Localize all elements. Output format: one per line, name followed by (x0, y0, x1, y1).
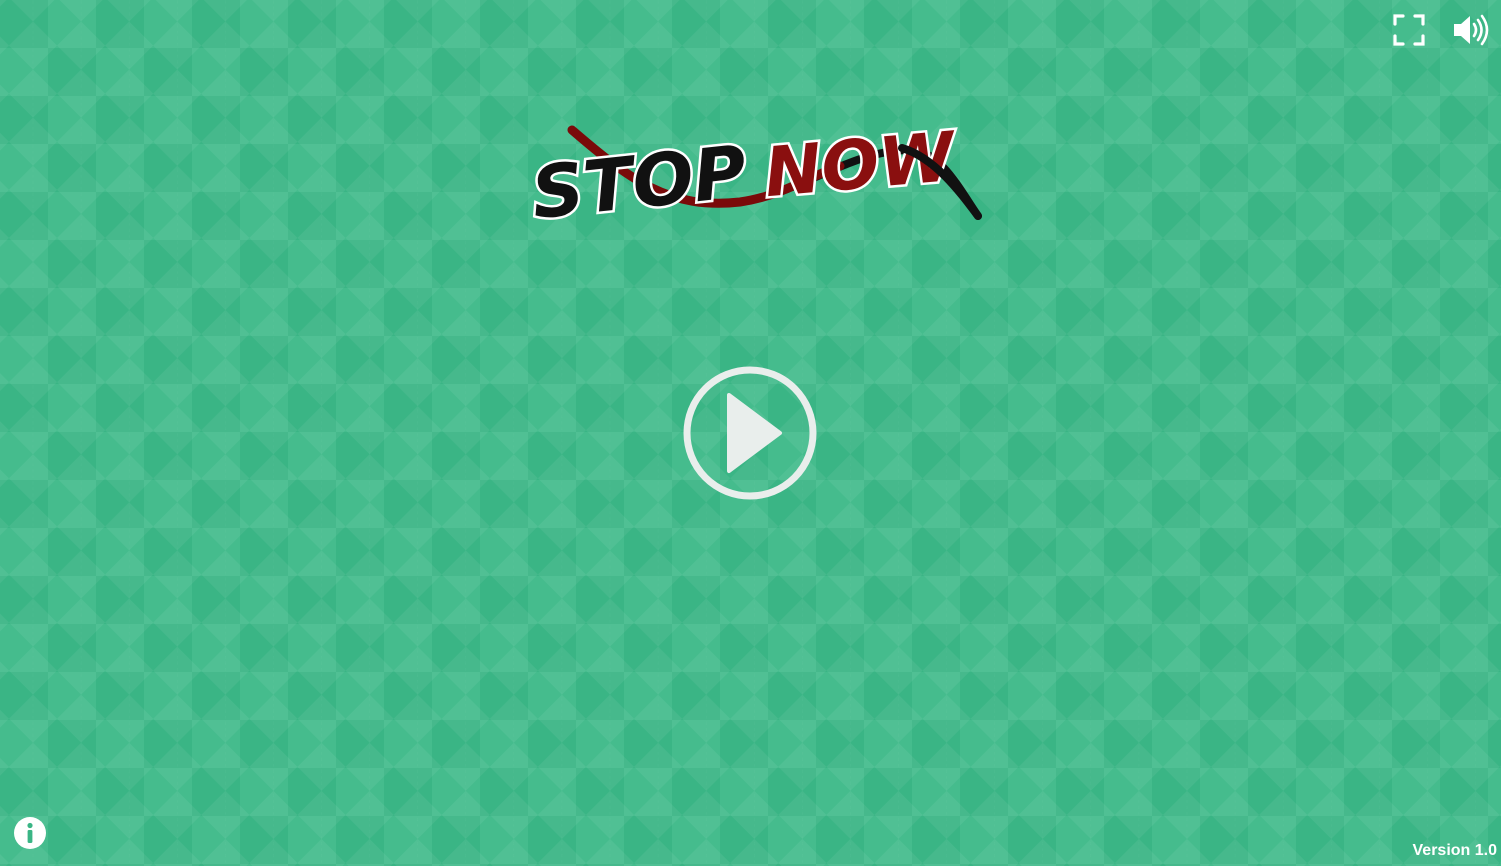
info-button[interactable] (13, 816, 47, 850)
game-stage: STOP NOW Version 1.0 (0, 0, 1501, 866)
sound-button[interactable] (1450, 10, 1490, 50)
play-button[interactable] (682, 365, 818, 501)
speaker-volume-icon (1454, 14, 1489, 46)
logo-word-stop: STOP (528, 129, 751, 230)
fullscreen-icon (1393, 14, 1425, 46)
version-label: Version 1.0 (1412, 842, 1498, 859)
fullscreen-button[interactable] (1389, 10, 1429, 50)
game-logo: STOP NOW (525, 115, 982, 230)
info-icon (14, 817, 46, 849)
play-icon (727, 393, 782, 473)
